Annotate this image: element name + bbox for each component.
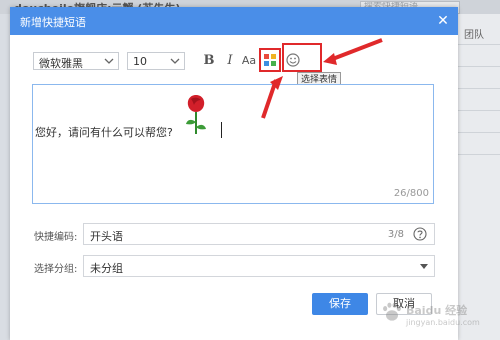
editor-char-counter: 26/800 — [393, 188, 429, 199]
watermark-url: jingyan.baidu.com — [406, 318, 480, 327]
shortcut-code-counter: 3/8 — [387, 229, 404, 240]
dialog-title: 新增快捷短语 — [20, 16, 86, 29]
background-row-divider — [458, 66, 500, 67]
highlight-box — [282, 43, 322, 72]
group-select[interactable]: 未分组 — [83, 255, 435, 277]
background-row-divider — [458, 44, 500, 45]
help-icon[interactable] — [413, 227, 427, 241]
shortcut-code-label: 快捷编码: — [34, 232, 78, 243]
font-family-value: 微软雅黑 — [39, 57, 83, 70]
group-value: 未分组 — [90, 262, 123, 275]
save-button[interactable]: 保存 — [312, 293, 368, 315]
close-icon[interactable]: ✕ — [434, 12, 452, 30]
dialog-header: 新增快捷短语 ✕ — [10, 7, 458, 35]
italic-button[interactable]: I — [224, 52, 236, 70]
group-label: 选择分组: — [34, 264, 78, 275]
background-row-divider — [458, 154, 500, 155]
phrase-editor[interactable]: 您好，请问有什么可以帮您? 26/800 — [32, 84, 434, 204]
paw-logo-icon — [383, 302, 401, 321]
font-size-select[interactable]: 10 — [127, 52, 185, 70]
baidu-jingyan-watermark: Baidu 经验 jingyan.baidu.com — [376, 290, 494, 336]
dropdown-arrow-icon — [420, 264, 428, 269]
watermark-text: Baidu 经验 — [406, 304, 468, 317]
shortcut-code-value: 开头语 — [90, 230, 123, 243]
rose-emoji-icon — [186, 95, 206, 134]
background-row-divider — [458, 110, 500, 111]
chevron-down-icon — [104, 58, 114, 64]
font-size-value: 10 — [133, 55, 147, 68]
bold-button[interactable]: B — [202, 52, 216, 70]
font-family-select[interactable]: 微软雅黑 — [33, 52, 119, 70]
text-caret — [221, 122, 222, 138]
editor-text: 您好，请问有什么可以帮您? — [35, 126, 173, 139]
chevron-down-icon — [170, 58, 180, 64]
background-row-divider — [458, 88, 500, 89]
highlight-box — [259, 48, 281, 72]
background-right-column-label: 团队 — [464, 30, 484, 41]
font-color-button[interactable]: Aa — [240, 52, 258, 70]
shortcut-code-input[interactable]: 开头语 3/8 — [83, 223, 435, 245]
background-row-divider — [458, 132, 500, 133]
